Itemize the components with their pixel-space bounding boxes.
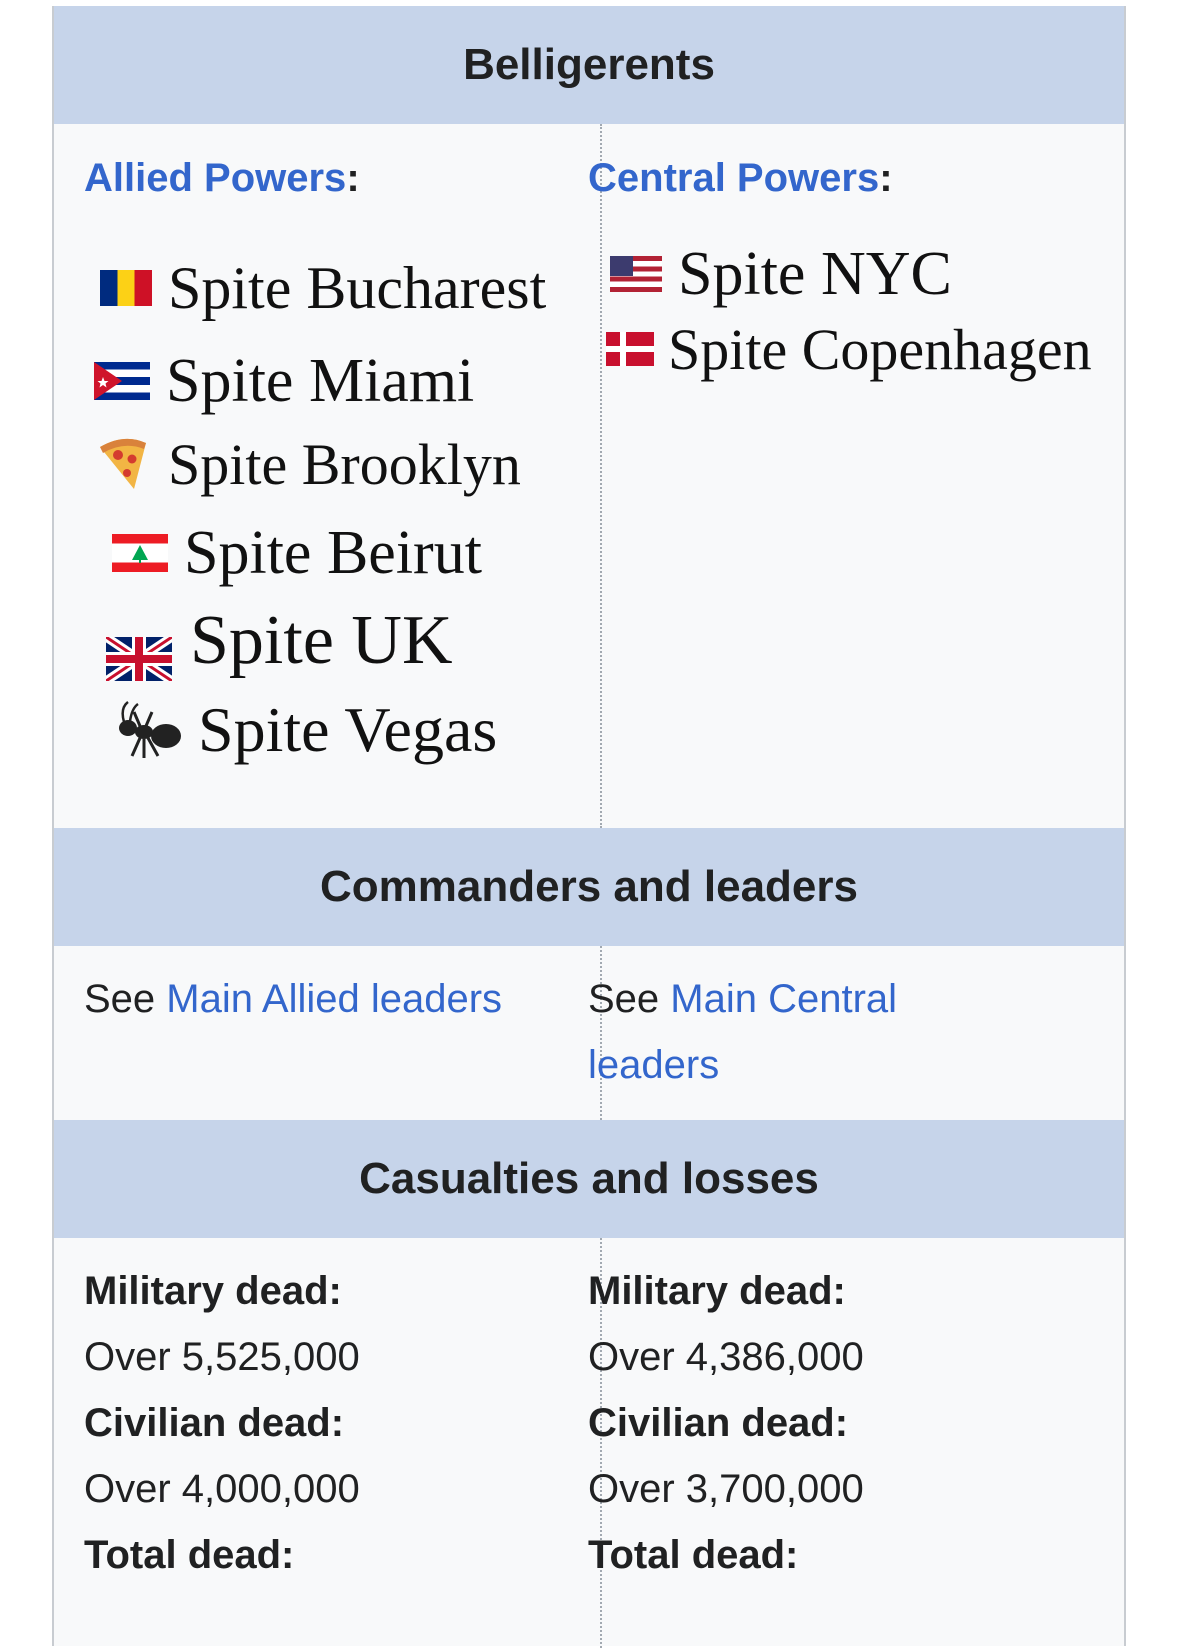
allied-powers-label: Allied Powers: (84, 156, 360, 200)
total-dead-label: Total dead: (84, 1533, 295, 1577)
central-casualties-cell: Military dead: Over 4,386,000 Civilian d… (588, 1258, 864, 1588)
main-central-leaders-link[interactable]: Main Central (670, 977, 897, 1021)
casualties-header: Casualties and losses (54, 1120, 1124, 1238)
total-dead-label: Total dead: (588, 1533, 799, 1577)
member-spite-brooklyn: Spite Brooklyn (96, 426, 521, 502)
main-central-leaders-link-cont[interactable]: leaders (588, 1032, 897, 1098)
allied-powers-link[interactable]: Allied Powers (84, 156, 346, 200)
military-dead-label: Military dead: (84, 1269, 342, 1313)
civilian-dead-value: Over 4,000,000 (84, 1467, 360, 1511)
commanders-heading: Commanders and leaders (320, 862, 858, 911)
main-allied-leaders-link[interactable]: Main Allied leaders (166, 977, 502, 1021)
central-leaders-cell: See Main Central leaders (588, 966, 897, 1098)
civilian-dead-label: Civilian dead: (84, 1401, 345, 1445)
cuba-flag-icon (94, 362, 150, 400)
member-spite-uk: Spite UK (103, 598, 453, 685)
romania-flag-icon (100, 270, 152, 306)
denmark-flag-icon (606, 332, 654, 366)
member-spite-vegas: Spite Vegas (114, 690, 497, 770)
commanders-header: Commanders and leaders (54, 828, 1124, 946)
civilian-dead-value: Over 3,700,000 (588, 1467, 864, 1511)
military-dead-value: Over 4,386,000 (588, 1335, 864, 1379)
column-divider (600, 124, 602, 828)
allied-casualties-cell: Military dead: Over 5,525,000 Civilian d… (84, 1258, 360, 1588)
ant-icon (114, 698, 184, 762)
pizza-icon (96, 435, 152, 493)
member-spite-copenhagen: Spite Copenhagen (606, 312, 1092, 386)
lebanon-flag-icon (112, 534, 168, 572)
belligerents-heading: Belligerents (463, 40, 715, 89)
uk-flag-icon (103, 619, 175, 685)
casualties-heading: Casualties and losses (359, 1154, 819, 1203)
member-spite-miami: Spite Miami (94, 342, 474, 420)
allied-leaders-cell: See Main Allied leaders (84, 977, 503, 1021)
military-dead-label: Military dead: (588, 1269, 846, 1313)
belligerents-header: Belligerents (54, 6, 1124, 124)
member-spite-beirut: Spite Beirut (112, 514, 482, 592)
central-powers-link[interactable]: Central Powers (588, 156, 879, 200)
member-spite-nyc: Spite NYC (610, 236, 952, 312)
member-spite-bucharest: Spite Bucharest (100, 250, 546, 326)
usa-flag-icon (610, 256, 662, 292)
infobox: Belligerents Allied Powers: Central Powe… (52, 6, 1126, 1648)
military-dead-value: Over 5,525,000 (84, 1335, 360, 1379)
central-powers-label: Central Powers: (588, 156, 893, 200)
civilian-dead-label: Civilian dead: (588, 1401, 849, 1445)
